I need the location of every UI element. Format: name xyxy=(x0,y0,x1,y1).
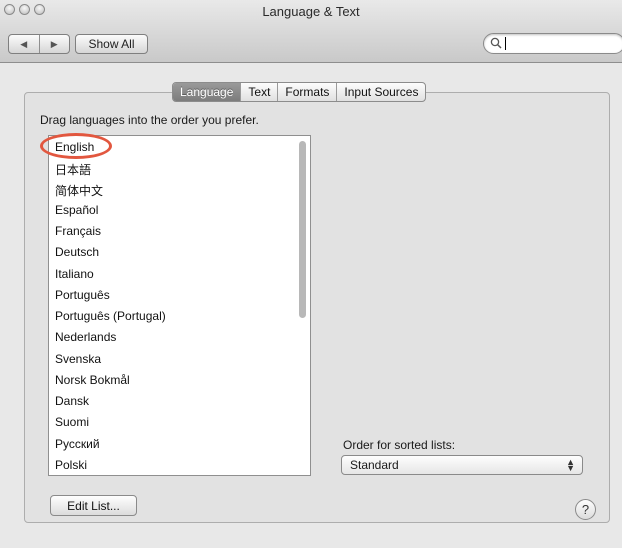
search-input[interactable] xyxy=(504,36,604,50)
sort-order-value: Standard xyxy=(350,458,399,472)
list-scrollbar[interactable] xyxy=(298,137,309,474)
list-item[interactable]: 简体中文 xyxy=(55,182,103,199)
search-icon xyxy=(490,37,502,49)
list-item[interactable]: Norsk Bokmål xyxy=(55,373,130,387)
help-button[interactable]: ? xyxy=(575,499,596,520)
edit-list-button[interactable]: Edit List... xyxy=(50,495,137,516)
list-item[interactable]: Français xyxy=(55,224,101,238)
list-item[interactable]: Suomi xyxy=(55,415,89,429)
text-caret xyxy=(505,37,506,50)
list-item[interactable]: Русский xyxy=(55,437,100,451)
list-item[interactable]: Polski xyxy=(55,458,87,472)
tab-language[interactable]: Language xyxy=(173,83,241,101)
sort-order-label: Order for sorted lists: xyxy=(343,438,456,452)
back-icon[interactable]: ◀ xyxy=(9,35,39,53)
list-item[interactable]: 日本語 xyxy=(55,161,91,178)
tab-bar: Language Text Formats Input Sources xyxy=(172,82,427,102)
scroll-thumb[interactable] xyxy=(299,141,306,318)
list-item[interactable]: Deutsch xyxy=(55,245,99,259)
search-field[interactable] xyxy=(483,33,622,54)
window-title: Language & Text xyxy=(262,4,360,19)
back-forward-control: ◀ ▶ xyxy=(8,34,70,54)
list-item[interactable]: Português xyxy=(55,288,110,302)
list-item[interactable]: Español xyxy=(55,203,98,217)
sort-order-select[interactable]: Standard ▲ ▼ xyxy=(341,455,583,475)
tab-text[interactable]: Text xyxy=(240,83,277,101)
list-item[interactable]: Nederlands xyxy=(55,330,116,344)
list-item[interactable]: Italiano xyxy=(55,267,94,281)
list-item[interactable]: Português (Portugal) xyxy=(55,309,166,323)
list-item[interactable]: Svenska xyxy=(55,352,101,366)
forward-icon[interactable]: ▶ xyxy=(38,35,70,53)
title-bar: Language & Text ◀ ▶ Show All xyxy=(0,0,622,63)
tab-formats[interactable]: Formats xyxy=(277,83,336,101)
list-item[interactable]: English xyxy=(55,140,94,154)
updown-arrows-icon: ▲ ▼ xyxy=(566,457,575,473)
language-list[interactable]: English 日本語 简体中文 Español Français Deutsc… xyxy=(48,135,311,476)
show-all-button[interactable]: Show All xyxy=(75,34,148,54)
tab-input-sources[interactable]: Input Sources xyxy=(336,83,425,101)
list-item[interactable]: Dansk xyxy=(55,394,89,408)
instruction-label: Drag languages into the order you prefer… xyxy=(40,113,259,127)
